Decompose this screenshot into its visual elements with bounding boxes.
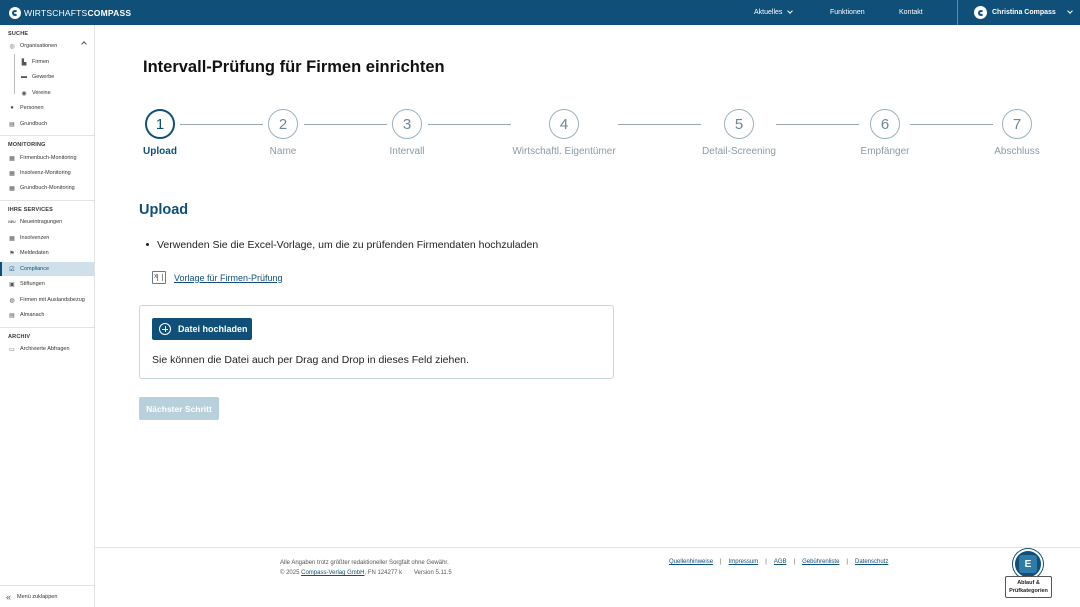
process-help-widget[interactable]: E Ablauf & Prüfkategorien: [1005, 549, 1052, 598]
excel-file-icon: [152, 271, 166, 284]
sidebar-item-compliance[interactable]: ☑ Compliance: [0, 262, 94, 276]
page-title: Intervall-Prüfung für Firmen einrichten: [143, 58, 445, 76]
sidebar-item-grundbuch-monitoring[interactable]: ▦ Grundbuch-Monitoring: [0, 181, 94, 195]
dropzone-hint: Sie können die Datei auch per Drag and D…: [152, 354, 469, 366]
document-icon: ▦: [9, 170, 15, 177]
step-connector: [776, 124, 859, 125]
briefcase-icon: ▬: [21, 74, 27, 80]
step-connector: [618, 124, 701, 125]
version-text: Version 5.11.5: [413, 570, 452, 576]
plus-circle-icon: [159, 323, 171, 335]
logo-text-light: WIRTSCHAFTS: [24, 7, 88, 18]
footer-links: Quellenhinweise | Impressum | AGB | Gebü…: [669, 559, 889, 565]
collapse-menu-button[interactable]: « Menü zuklappen: [0, 585, 94, 607]
step-2-circle: 2: [268, 109, 298, 139]
next-step-button[interactable]: Nächster Schritt: [139, 397, 219, 420]
logo-text-bold: COMPASS: [87, 7, 132, 18]
compass-icon: ◎: [9, 43, 15, 50]
section-title-archiv: ARCHIV: [8, 334, 31, 340]
step-3-label: Intervall: [389, 146, 425, 157]
step-3-circle: 3: [392, 109, 422, 139]
step-connector: [304, 124, 387, 125]
user-name: Christina Compass: [992, 9, 1056, 16]
chevron-down-icon: [787, 8, 794, 14]
shield-icon: ◉: [21, 90, 27, 97]
footer-copyright: © 2025 Compass-Verlag GmbH, FN 124277 k …: [280, 570, 452, 576]
step-1-label: Upload: [143, 146, 177, 157]
sidebar-item-gewerbe[interactable]: ▬ Gewerbe: [0, 70, 94, 84]
logo[interactable]: WIRTSCHAFTSCOMPASS: [0, 0, 131, 25]
publisher-link[interactable]: Compass-Verlag GmbH: [301, 570, 364, 576]
nav-funktionen[interactable]: Funktionen: [830, 0, 865, 25]
double-chevron-left-icon: «: [6, 591, 12, 602]
user-menu[interactable]: Christina Compass: [957, 0, 1080, 25]
file-dropzone[interactable]: Datei hochladen Sie können die Datei auc…: [139, 305, 614, 379]
sidebar-item-vereine[interactable]: ◉ Vereine: [0, 86, 94, 100]
step-5-circle: 5: [724, 109, 754, 139]
step-5-label: Detail-Screening: [702, 146, 776, 157]
sidebar-item-meldedaten[interactable]: ⚑ Meldedaten: [0, 246, 94, 260]
document-icon: ▦: [9, 235, 15, 242]
step-connector: [428, 124, 511, 125]
step-connector: [180, 124, 263, 125]
sidebar-item-almanach[interactable]: ▤ Almanach: [0, 308, 94, 322]
chevron-down-icon: [1066, 8, 1073, 14]
sidebar-item-neueintragungen[interactable]: NEU Neueintragungen: [0, 215, 94, 229]
link-quellenhinweise[interactable]: Quellenhinweise: [669, 559, 713, 565]
sidebar-item-organisationen[interactable]: ◎ Organisationen: [0, 39, 94, 53]
link-impressum[interactable]: Impressum: [729, 559, 759, 565]
sidebar-item-insolvenzen[interactable]: ▦ Insolvenzen: [0, 231, 94, 245]
step-1-circle: 1: [145, 109, 175, 139]
book-icon: ▤: [9, 312, 15, 319]
archive-icon: ▭: [9, 346, 15, 353]
section-heading: Upload: [139, 202, 189, 218]
step-6-circle: 6: [870, 109, 900, 139]
foundation-icon: ▣: [9, 281, 15, 288]
globe-icon: ◍: [9, 297, 15, 304]
building-icon: ▙: [21, 59, 27, 66]
help-label: Ablauf & Prüfkategorien: [1005, 576, 1052, 598]
footer-divider: [95, 547, 1080, 548]
sidebar-item-stiftungen[interactable]: ▣ Stiftungen: [0, 277, 94, 291]
step-6-label: Empfänger: [860, 146, 910, 157]
instruction-bullet: Verwenden Sie die Excel-Vorlage, um die …: [145, 239, 539, 251]
user-avatar-icon: [974, 6, 987, 19]
sidebar-item-archivierte-abfragen[interactable]: ▭ Archivierte Abfragen: [0, 342, 94, 356]
section-title-services: IHRE SERVICES: [8, 207, 53, 213]
nav-aktuelles[interactable]: Aktuelles: [754, 0, 794, 25]
upload-file-button[interactable]: Datei hochladen: [152, 318, 252, 340]
step-7-label: Abschluss: [994, 146, 1040, 157]
link-datenschutz[interactable]: Datenschutz: [855, 559, 888, 565]
step-4-label: Wirtschaftl. Eigentümer: [512, 146, 616, 157]
help-avatar-icon: E: [1013, 549, 1043, 579]
sidebar-item-insolvenz-monitoring[interactable]: ▦ Insolvenz-Monitoring: [0, 166, 94, 180]
step-4-circle: 4: [549, 109, 579, 139]
link-gebuehrenliste[interactable]: Gebührenliste: [802, 559, 839, 565]
section-title-suche: SUCHE: [8, 31, 29, 37]
sidebar-item-firmen[interactable]: ▙ Firmen: [0, 55, 94, 69]
nav-kontakt[interactable]: Kontakt: [899, 0, 923, 25]
step-connector: [910, 124, 993, 125]
link-agb[interactable]: AGB: [774, 559, 787, 565]
sidebar-item-firmen-auslandsbezug[interactable]: ◍ Firmen mit Auslandsbezug: [0, 293, 94, 307]
document-icon: ▦: [9, 185, 15, 192]
stepper: 1 2 3 4 5 6 7 Upload Name Intervall Wirt…: [0, 108, 1080, 163]
divider: [0, 200, 94, 201]
checkbox-icon: ☑: [9, 266, 15, 273]
step-2-label: Name: [269, 146, 297, 157]
compass-logo-icon: [9, 6, 21, 19]
new-icon: NEU: [8, 220, 16, 224]
step-7-circle: 7: [1002, 109, 1032, 139]
footer-disclaimer: Alle Angaben trotz größter redaktionelle…: [280, 560, 449, 566]
flag-icon: ⚑: [9, 250, 15, 257]
top-bar: WIRTSCHAFTSCOMPASS Aktuelles Funktionen …: [0, 0, 1080, 25]
template-download-link[interactable]: Vorlage für Firmen-Prüfung: [152, 271, 283, 284]
divider: [0, 327, 94, 328]
